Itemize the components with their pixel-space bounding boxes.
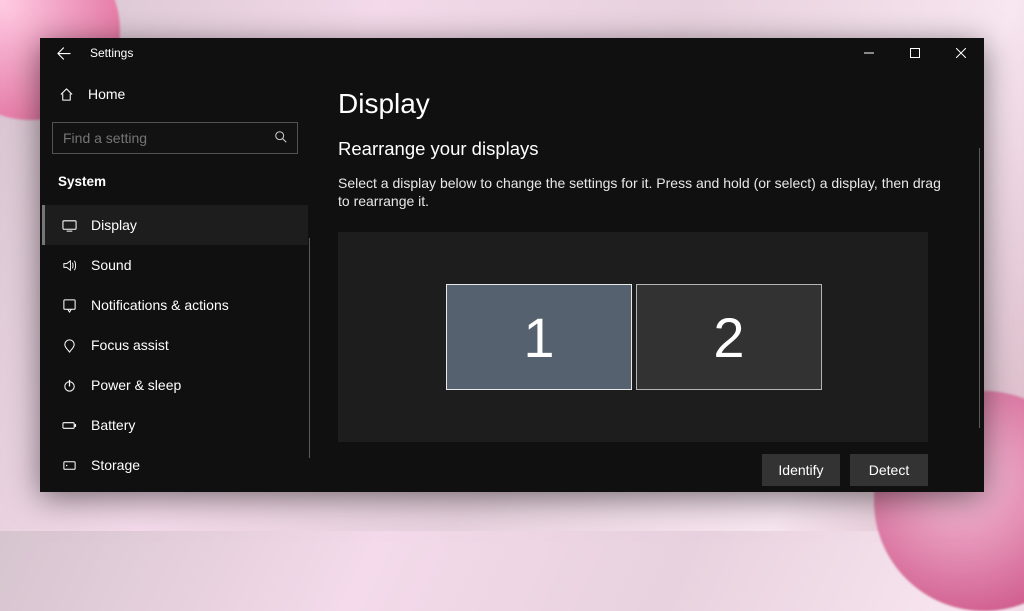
display-tile-1[interactable]: 1 xyxy=(446,284,632,390)
display-arrangement-area[interactable]: 1 2 xyxy=(338,232,928,442)
close-icon xyxy=(956,48,966,58)
sidebar-item-label: Battery xyxy=(91,417,135,433)
display-tile-2[interactable]: 2 xyxy=(636,284,822,390)
close-button[interactable] xyxy=(938,38,984,68)
section-subheading: Rearrange your displays xyxy=(338,138,956,160)
sidebar-item-power-sleep[interactable]: Power & sleep xyxy=(42,365,308,405)
sidebar-item-focus-assist[interactable]: Focus assist xyxy=(42,325,308,365)
sidebar: Home System Display Sound xyxy=(40,68,310,492)
display-tile-label: 1 xyxy=(523,305,554,370)
battery-icon xyxy=(61,418,77,433)
minimize-icon xyxy=(864,48,874,58)
display-icon xyxy=(61,218,77,233)
search-icon xyxy=(274,130,288,147)
home-nav[interactable]: Home xyxy=(52,76,298,112)
sidebar-item-label: Power & sleep xyxy=(91,377,181,393)
display-tile-label: 2 xyxy=(713,305,744,370)
minimize-button[interactable] xyxy=(846,38,892,68)
sound-icon xyxy=(61,258,77,273)
window-title: Settings xyxy=(86,46,133,60)
storage-icon xyxy=(61,458,77,473)
notifications-icon xyxy=(61,298,77,313)
maximize-button[interactable] xyxy=(892,38,938,68)
home-label: Home xyxy=(88,86,125,102)
content-pane: Display Rearrange your displays Select a… xyxy=(310,68,984,492)
settings-window: Settings Home System xyxy=(40,38,984,492)
sidebar-item-label: Notifications & actions xyxy=(91,297,229,313)
search-input[interactable] xyxy=(52,122,298,154)
category-label: System xyxy=(58,174,298,189)
sidebar-item-display[interactable]: Display xyxy=(42,205,308,245)
titlebar: Settings xyxy=(40,38,984,68)
back-arrow-icon xyxy=(56,46,71,61)
button-label: Detect xyxy=(869,462,909,478)
button-label: Identify xyxy=(778,462,823,478)
sidebar-item-storage[interactable]: Storage xyxy=(42,445,308,485)
sidebar-item-sound[interactable]: Sound xyxy=(42,245,308,285)
content-scrollbar[interactable] xyxy=(979,148,980,428)
sidebar-item-label: Storage xyxy=(91,457,140,473)
home-icon xyxy=(58,87,74,102)
focus-assist-icon xyxy=(61,338,77,353)
power-icon xyxy=(61,378,77,393)
back-button[interactable] xyxy=(40,38,86,68)
sidebar-item-notifications[interactable]: Notifications & actions xyxy=(42,285,308,325)
section-description: Select a display below to change the set… xyxy=(338,174,956,210)
page-heading: Display xyxy=(338,88,956,120)
sidebar-item-battery[interactable]: Battery xyxy=(42,405,308,445)
sidebar-item-label: Focus assist xyxy=(91,337,169,353)
sidebar-item-label: Display xyxy=(91,217,137,233)
maximize-icon xyxy=(910,48,920,58)
sidebar-item-label: Sound xyxy=(91,257,131,273)
detect-button[interactable]: Detect xyxy=(850,454,928,486)
identify-button[interactable]: Identify xyxy=(762,454,840,486)
